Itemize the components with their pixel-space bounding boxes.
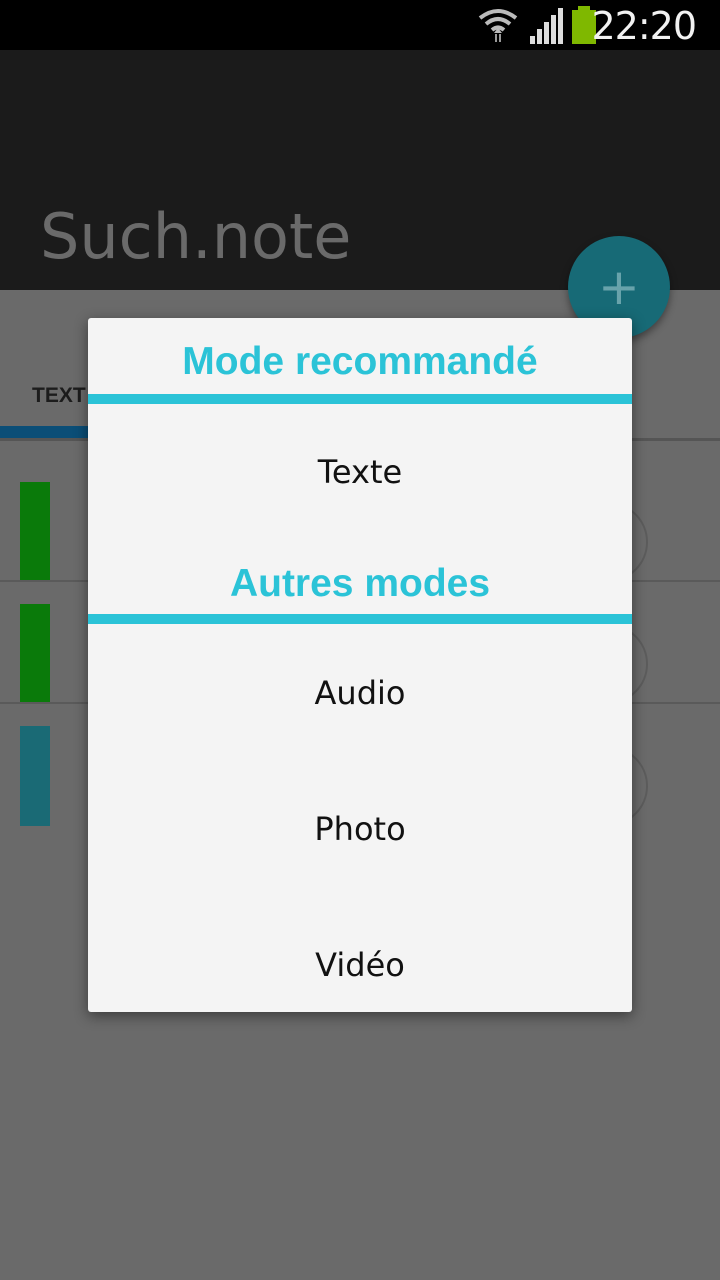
- tab-text[interactable]: TEXT: [32, 384, 86, 408]
- note-color-bar: [20, 482, 50, 582]
- mode-dialog: Mode recommandé Texte Autres modes Audio…: [88, 318, 632, 1012]
- plus-icon: +: [598, 258, 640, 316]
- status-time: 22:20: [591, 4, 697, 48]
- other-modes-header: Autres modes: [229, 562, 491, 605]
- signal-icon: [530, 8, 563, 44]
- option-video[interactable]: Vidéo: [88, 897, 632, 1033]
- option-audio[interactable]: Audio: [88, 625, 632, 761]
- option-texte[interactable]: Texte: [88, 404, 632, 540]
- section-divider: [88, 614, 632, 624]
- recommended-header: Mode recommandé: [182, 340, 538, 383]
- note-color-bar: [20, 726, 50, 826]
- option-photo[interactable]: Photo: [88, 761, 632, 897]
- note-color-bar: [20, 604, 50, 704]
- status-bar: 22:20: [0, 0, 720, 50]
- section-divider: [88, 394, 632, 404]
- app-title: Such.note: [40, 200, 352, 273]
- wifi-icon: [478, 9, 518, 42]
